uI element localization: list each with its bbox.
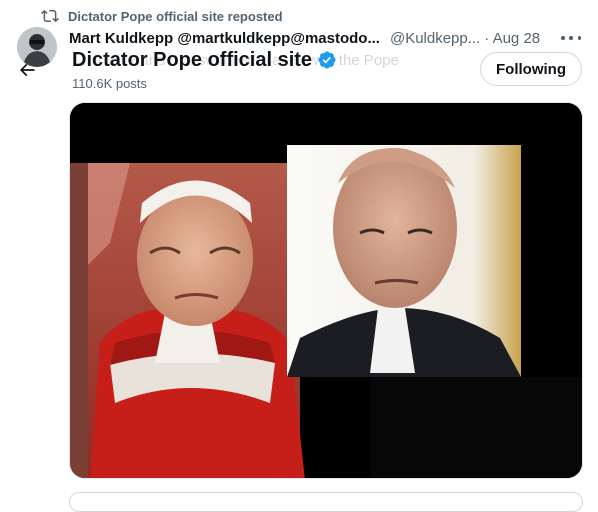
- tweet-author-row: Mart Kuldkepp @martkuldkepp@mastodo... @…: [69, 28, 586, 48]
- profile-title: Dictator Pope official site: [72, 48, 313, 71]
- author-name[interactable]: Mart Kuldkepp @martkuldkepp@mastodo...: [69, 30, 380, 47]
- profile-title-row: Dictator Pope official site: [72, 47, 337, 73]
- verified-badge-icon[interactable]: [317, 50, 337, 70]
- posts-count: 110.6K posts: [72, 76, 147, 91]
- back-arrow-icon[interactable]: [14, 57, 40, 83]
- repost-label: Dictator Pope official site reposted: [68, 8, 283, 24]
- author-handle[interactable]: @Kuldkepp...: [390, 30, 480, 47]
- repost-icon: [41, 9, 59, 23]
- more-icon[interactable]: [561, 30, 581, 46]
- following-button[interactable]: Following: [480, 52, 582, 86]
- photo-collage-image: [70, 103, 582, 478]
- next-post-card: [69, 492, 583, 512]
- tweet-media-photo[interactable]: [69, 102, 583, 479]
- repost-indicator[interactable]: Dictator Pope official site reposted: [41, 7, 283, 25]
- tweet-date[interactable]: · Aug 28: [484, 30, 540, 47]
